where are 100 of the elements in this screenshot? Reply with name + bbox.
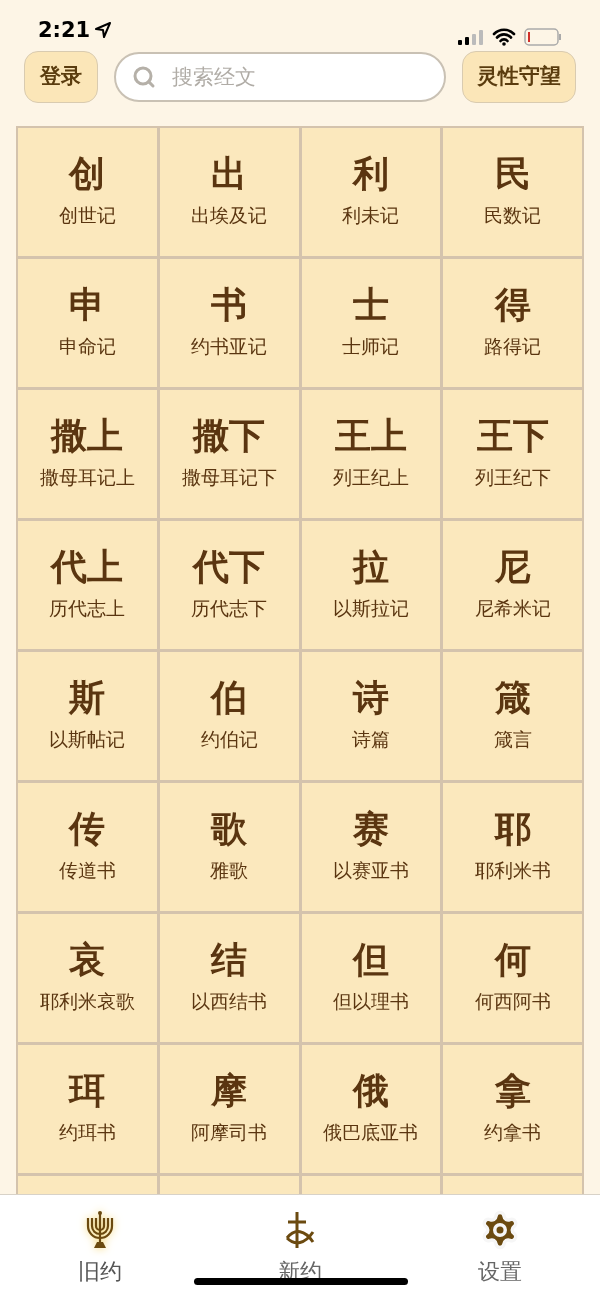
book-name: 以斯拉记 (332, 597, 409, 621)
book-tile[interactable]: 王上 列王纪上 (301, 390, 441, 518)
book-name: 传道书 (58, 859, 116, 883)
battery-icon (524, 28, 562, 46)
book-tile[interactable]: 诗 诗篇 (301, 652, 441, 780)
book-tile[interactable]: 珥 约珥书 (18, 1045, 157, 1173)
book-abbreviation: 尼 (494, 549, 531, 586)
book-abbreviation: 书 (211, 287, 248, 324)
book-abbreviation: 王下 (476, 418, 549, 455)
location-icon (94, 21, 113, 40)
tab-bar-item[interactable]: 设置 (440, 1209, 560, 1288)
book-abbreviation: 珥 (69, 1073, 106, 1110)
book-name: 历代志上 (49, 597, 126, 621)
book-name: 约书亚记 (191, 335, 268, 359)
signal-icon (458, 29, 484, 45)
book-tile[interactable]: 拉 以斯拉记 (301, 521, 441, 649)
book-name: 约伯记 (200, 728, 258, 752)
book-name: 出埃及记 (191, 204, 268, 228)
book-tile[interactable]: 得 路得记 (443, 259, 582, 387)
book-name: 士师记 (342, 335, 400, 359)
book-abbreviation: 但 (352, 942, 389, 979)
book-tile[interactable]: 撒上 撒母耳记上 (18, 390, 157, 518)
book-name: 撒母耳记上 (39, 466, 135, 490)
book-tile[interactable]: 尼 尼希米记 (443, 521, 582, 649)
book-tile[interactable]: 何 何西阿书 (443, 914, 582, 1042)
book-tile[interactable]: 伯 约伯记 (159, 652, 299, 780)
book-abbreviation: 士 (352, 287, 389, 324)
book-tile[interactable]: 撒下 撒母耳记下 (159, 390, 299, 518)
book-abbreviation: 创 (69, 156, 106, 193)
book-tile[interactable]: 赛 以赛亚书 (301, 783, 441, 911)
book-tile[interactable]: 但 但以理书 (301, 914, 441, 1042)
book-name: 耶利米书 (474, 859, 551, 883)
book-abbreviation: 摩 (211, 1073, 248, 1110)
book-name: 耶利米哀歌 (39, 990, 135, 1014)
book-tile[interactable]: 书 约书亚记 (159, 259, 299, 387)
book-abbreviation: 民 (494, 156, 531, 193)
book-tile[interactable]: 代下 历代志下 (159, 521, 299, 649)
status-time: 2:21 (38, 16, 91, 44)
book-tile[interactable]: 出 出埃及记 (159, 128, 299, 256)
spiritual-watch-button[interactable]: 灵性守望 (462, 51, 576, 103)
book-tile[interactable]: 哀 耶利米哀歌 (18, 914, 157, 1042)
book-tile[interactable]: 斯 以斯帖记 (18, 652, 157, 780)
book-abbreviation: 结 (211, 942, 248, 979)
book-abbreviation: 拉 (352, 549, 389, 586)
book-abbreviation: 拿 (494, 1073, 531, 1110)
book-abbreviation: 哀 (69, 942, 106, 979)
book-abbreviation: 申 (69, 287, 106, 324)
book-name: 列王纪上 (332, 466, 409, 490)
book-name: 以西结书 (191, 990, 268, 1014)
book-tile[interactable]: 申 申命记 (18, 259, 157, 387)
search-icon (132, 65, 156, 89)
book-tile[interactable]: 创 创世记 (18, 128, 157, 256)
book-tile[interactable]: 耶 耶利米书 (443, 783, 582, 911)
book-abbreviation: 撒下 (193, 418, 266, 455)
book-tile[interactable]: 代上 历代志上 (18, 521, 157, 649)
wifi-icon (492, 28, 516, 46)
book-tile[interactable]: 士 士师记 (301, 259, 441, 387)
book-tile[interactable]: 拿 约拿书 (443, 1045, 582, 1173)
book-abbreviation: 何 (494, 942, 531, 979)
book-name: 阿摩司书 (191, 1121, 268, 1145)
book-name: 列王纪下 (474, 466, 551, 490)
book-tile[interactable]: 箴 箴言 (443, 652, 582, 780)
book-tile[interactable]: 传 传道书 (18, 783, 157, 911)
book-abbreviation: 得 (494, 287, 531, 324)
book-tile[interactable]: 摩 阿摩司书 (159, 1045, 299, 1173)
book-name: 约珥书 (58, 1121, 116, 1145)
book-tile[interactable]: 俄 俄巴底亚书 (301, 1045, 441, 1173)
tab-bar-item[interactable]: 旧约 (40, 1209, 160, 1288)
book-name: 以赛亚书 (332, 859, 409, 883)
book-name: 诗篇 (351, 728, 390, 752)
book-abbreviation: 代上 (51, 549, 124, 586)
book-name: 箴言 (493, 728, 532, 752)
book-abbreviation: 利 (352, 156, 389, 193)
book-name: 俄巴底亚书 (323, 1121, 419, 1145)
book-abbreviation: 歌 (211, 811, 248, 848)
book-abbreviation: 斯 (69, 680, 106, 717)
book-abbreviation: 王上 (334, 418, 407, 455)
book-tile[interactable]: 利 利未记 (301, 128, 441, 256)
book-abbreviation: 传 (69, 811, 106, 848)
book-name: 以斯帖记 (49, 728, 126, 752)
book-abbreviation: 伯 (211, 680, 248, 717)
book-tile[interactable]: 歌 雅歌 (159, 783, 299, 911)
book-name: 但以理书 (332, 990, 409, 1014)
book-name: 雅歌 (210, 859, 249, 883)
book-abbreviation: 诗 (352, 680, 389, 717)
book-name: 创世记 (58, 204, 116, 228)
book-tile[interactable]: 王下 列王纪下 (443, 390, 582, 518)
book-abbreviation: 耶 (494, 811, 531, 848)
search-field[interactable]: 搜索经文 (114, 52, 446, 102)
book-name: 撒母耳记下 (181, 466, 277, 490)
book-name: 何西阿书 (474, 990, 551, 1014)
book-name: 申命记 (58, 335, 116, 359)
book-abbreviation: 箴 (494, 680, 531, 717)
book-name: 路得记 (484, 335, 542, 359)
book-name: 历代志下 (191, 597, 268, 621)
login-button[interactable]: 登录 (24, 51, 98, 103)
book-tile[interactable]: 民 民数记 (443, 128, 582, 256)
book-tile[interactable]: 结 以西结书 (159, 914, 299, 1042)
book-name: 利未记 (342, 204, 400, 228)
book-abbreviation: 赛 (352, 811, 389, 848)
